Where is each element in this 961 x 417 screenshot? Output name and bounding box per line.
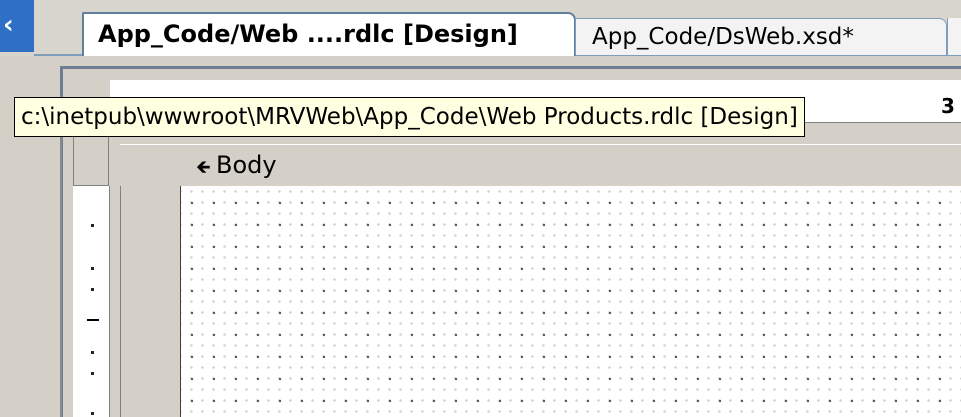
tab-web-products-rdlc-design[interactable]: App_Code/Web ....rdlc [Design]: [82, 12, 576, 56]
tab-overflow-sliver[interactable]: [947, 18, 961, 55]
section-arrow-icon: 🡸: [196, 157, 211, 178]
ruler-tick: [91, 412, 94, 415]
ruler-tick: [91, 267, 94, 270]
file-path-tooltip: c:\inetpub\wwwroot\MRVWeb\App_Code\Web P…: [14, 97, 805, 137]
ruler-tick: [91, 288, 94, 291]
section-label-text: Body: [216, 151, 277, 179]
designer-border-top: [60, 66, 961, 69]
report-margin-strip: [120, 186, 181, 417]
scroll-tabs-left-button[interactable]: ‹: [0, 0, 34, 52]
tab-label: App_Code/DsWeb.xsd*: [592, 24, 854, 50]
body-section-label: 🡸 Body: [196, 148, 277, 182]
tab-dsweb-xsd[interactable]: App_Code/DsWeb.xsd*: [575, 18, 947, 55]
ruler-number: 3: [941, 94, 955, 118]
report-body-design-surface[interactable]: [180, 186, 961, 417]
ruler-tick: [91, 372, 94, 375]
gutter-line: [60, 96, 62, 417]
tab-label: App_Code/Web ....rdlc [Design]: [98, 20, 518, 48]
chevron-left-icon: ‹: [3, 10, 14, 40]
ruler-tick: [91, 224, 94, 227]
ruler-major-tick: [87, 319, 99, 321]
ruler-tick: [91, 351, 94, 354]
vertical-ruler: [73, 186, 110, 417]
